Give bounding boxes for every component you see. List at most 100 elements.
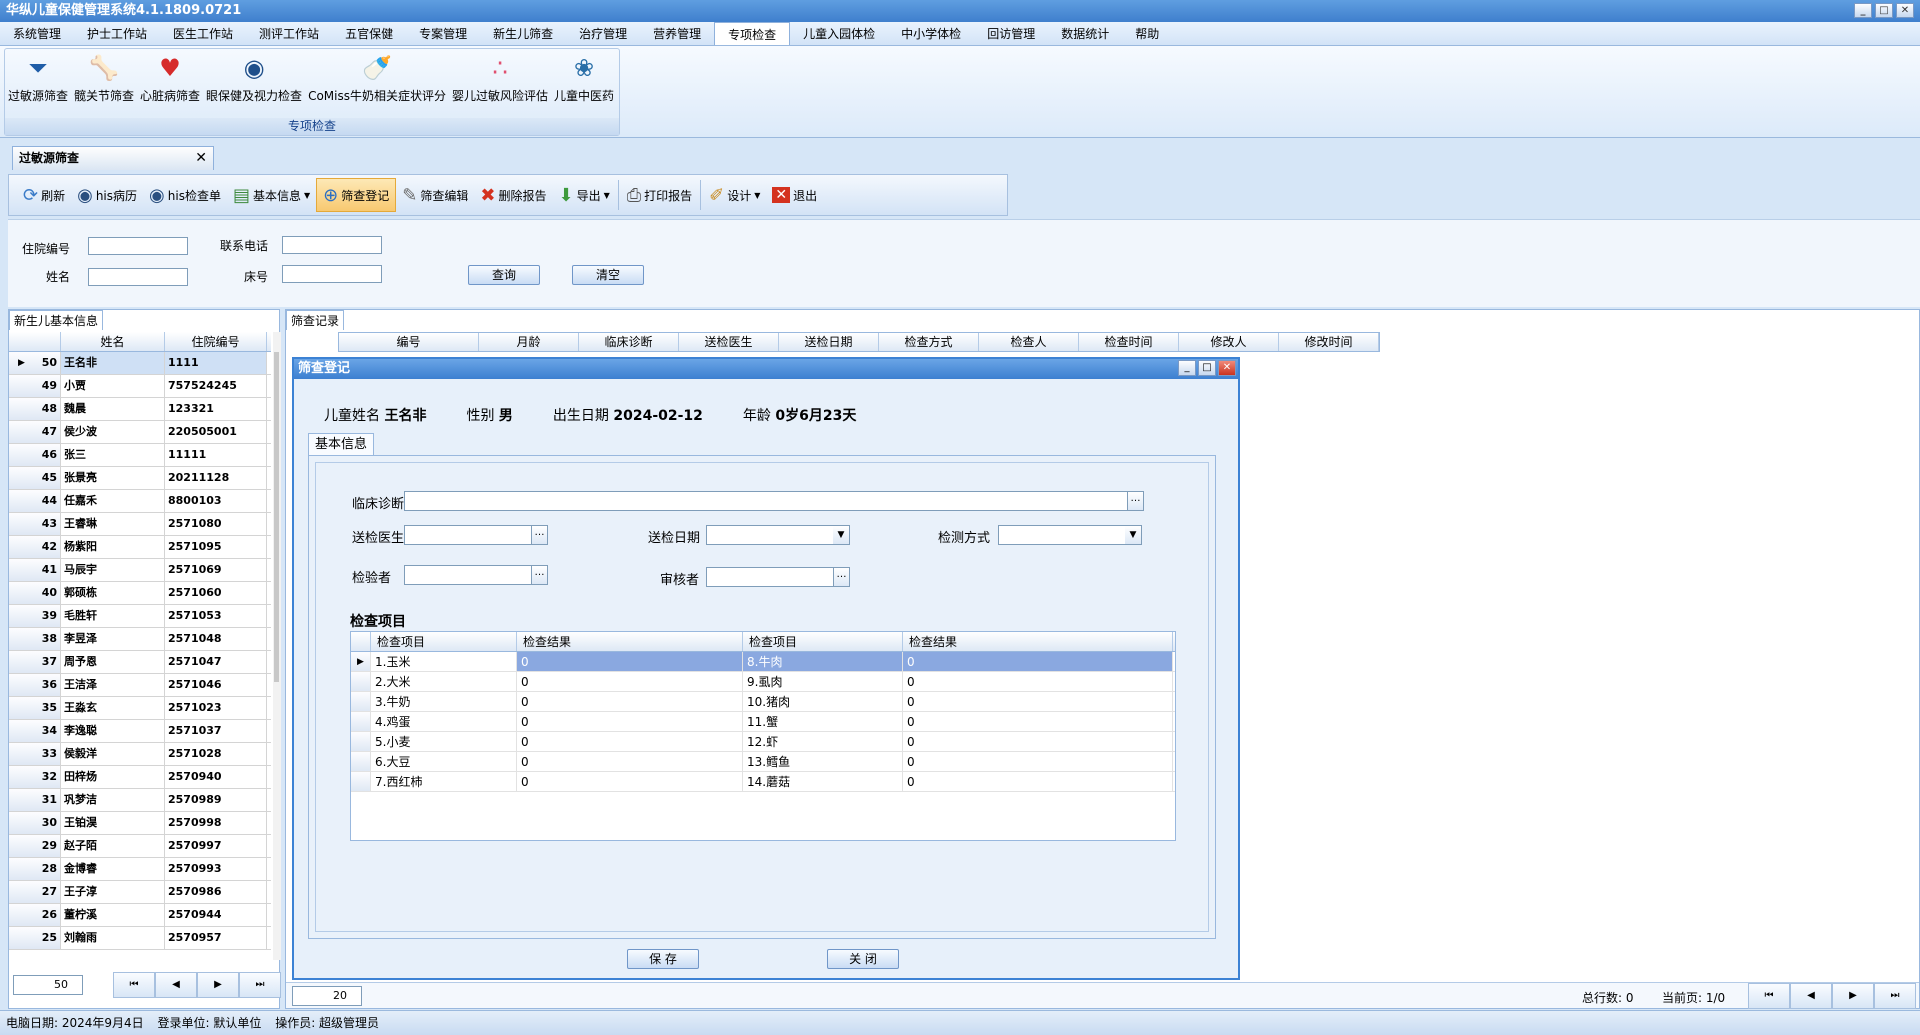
table-row[interactable]: 26 董柠溪 2570944 bbox=[9, 904, 271, 927]
grid-cell-result[interactable]: 0 bbox=[903, 672, 1173, 691]
ellipsis-icon[interactable]: … bbox=[531, 526, 547, 544]
ribbon-item[interactable]: ∴ 婴儿过敏风险评估 bbox=[449, 49, 551, 119]
doc-tab[interactable]: 过敏源筛查 ✕ bbox=[12, 146, 214, 170]
table-row[interactable]: ▶ 50 王名非 1111 bbox=[9, 352, 271, 375]
next-page-button[interactable]: ▶ bbox=[1832, 983, 1874, 1009]
grid-cell-result[interactable]: 0 bbox=[517, 732, 743, 751]
grid-row[interactable]: 7.西红柿 0 14.蘑菇 0 bbox=[351, 772, 1175, 792]
table-row[interactable]: 39 毛胜轩 2571053 bbox=[9, 605, 271, 628]
menu-item[interactable]: 专案管理 bbox=[406, 22, 480, 45]
inpatient-no-input[interactable] bbox=[88, 237, 188, 255]
ribbon-item[interactable]: ⏷ 过敏源筛查 bbox=[5, 49, 71, 119]
first-page-button[interactable]: ⏮ bbox=[113, 972, 155, 998]
last-page-button[interactable]: ⏭ bbox=[1874, 983, 1916, 1009]
menu-item[interactable]: 护士工作站 bbox=[74, 22, 160, 45]
table-row[interactable]: 41 马辰宇 2571069 bbox=[9, 559, 271, 582]
column-header-name[interactable]: 姓名 bbox=[61, 332, 165, 351]
grid-row[interactable]: 3.牛奶 0 10.猪肉 0 bbox=[351, 692, 1175, 712]
grid-cell-result[interactable]: 0 bbox=[903, 652, 1173, 671]
menu-item[interactable]: 回访管理 bbox=[974, 22, 1048, 45]
menu-item[interactable]: 测评工作站 bbox=[246, 22, 332, 45]
prev-page-button[interactable]: ◀ bbox=[1790, 983, 1832, 1009]
grid-cell-result[interactable]: 0 bbox=[517, 652, 743, 671]
chevron-down-icon[interactable]: ▼ bbox=[1125, 526, 1141, 544]
records-column-header[interactable]: 修改时间 bbox=[1279, 333, 1379, 351]
basic-info-tab[interactable]: 基本信息 bbox=[308, 433, 375, 455]
records-column-header[interactable]: 送检日期 bbox=[779, 333, 879, 351]
records-column-header[interactable]: 检查人 bbox=[979, 333, 1079, 351]
name-input[interactable] bbox=[88, 268, 188, 286]
grid-cell-result[interactable]: 0 bbox=[903, 712, 1173, 731]
basic-info-button[interactable]: ▤ 基本信息 ▼ bbox=[227, 178, 316, 212]
table-row[interactable]: 43 王睿琳 2571080 bbox=[9, 513, 271, 536]
table-row[interactable]: 27 王子淳 2570986 bbox=[9, 881, 271, 904]
vertical-scrollbar[interactable] bbox=[273, 332, 281, 960]
exit-button[interactable]: ✕ 退出 bbox=[766, 178, 823, 212]
menu-item[interactable]: 帮助 bbox=[1122, 22, 1172, 45]
menu-item[interactable]: 治疗管理 bbox=[566, 22, 640, 45]
records-column-header[interactable]: 临床诊断 bbox=[579, 333, 679, 351]
edit-button[interactable]: ✎ 筛查编辑 bbox=[396, 178, 474, 212]
phone-input[interactable] bbox=[282, 236, 382, 254]
table-row[interactable]: 34 李逸聪 2571037 bbox=[9, 720, 271, 743]
records-column-header[interactable]: 编号 bbox=[339, 333, 479, 351]
first-page-button[interactable]: ⏮ bbox=[1748, 983, 1790, 1009]
query-button[interactable]: 查询 bbox=[468, 265, 540, 285]
grid-col-item-2[interactable]: 检查项目 bbox=[743, 632, 903, 651]
ellipsis-icon[interactable]: … bbox=[1127, 492, 1143, 510]
close-button[interactable]: ✕ bbox=[1896, 3, 1914, 18]
grid-row[interactable]: 5.小麦 0 12.虾 0 bbox=[351, 732, 1175, 752]
page-size-input[interactable]: 50 bbox=[13, 975, 83, 995]
his-exam-button[interactable]: ◉ his检查单 bbox=[143, 178, 227, 212]
grid-cell-result[interactable]: 0 bbox=[517, 692, 743, 711]
clinical-diag-input[interactable]: … bbox=[404, 491, 1144, 511]
table-row[interactable]: 47 侯少波 220505001 bbox=[9, 421, 271, 444]
next-page-button[interactable]: ▶ bbox=[197, 972, 239, 998]
register-button[interactable]: ⊕ 筛查登记 bbox=[316, 178, 397, 212]
dialog-minimize-button[interactable]: _ bbox=[1178, 360, 1196, 376]
menu-item[interactable]: 数据统计 bbox=[1048, 22, 1122, 45]
grid-cell-result[interactable]: 0 bbox=[517, 672, 743, 691]
newborn-tab[interactable]: 新生儿基本信息 bbox=[9, 310, 104, 330]
tester-input[interactable]: … bbox=[404, 565, 548, 585]
table-row[interactable]: 44 任嘉禾 8800103 bbox=[9, 490, 271, 513]
menu-item[interactable]: 医生工作站 bbox=[160, 22, 246, 45]
dialog-maximize-button[interactable]: □ bbox=[1198, 360, 1216, 376]
ribbon-item[interactable]: ◉ 眼保健及视力检查 bbox=[203, 49, 305, 119]
table-row[interactable]: 48 魏晨 123321 bbox=[9, 398, 271, 421]
grid-row[interactable]: 4.鸡蛋 0 11.蟹 0 bbox=[351, 712, 1175, 732]
records-column-header[interactable]: 检查时间 bbox=[1079, 333, 1179, 351]
records-column-header[interactable]: 检查方式 bbox=[879, 333, 979, 351]
grid-row[interactable]: ▶ 1.玉米 0 8.牛肉 0 bbox=[351, 652, 1175, 672]
grid-col-item-1[interactable]: 检查项目 bbox=[371, 632, 517, 651]
table-row[interactable]: 31 巩梦洁 2570989 bbox=[9, 789, 271, 812]
clear-button[interactable]: 清空 bbox=[572, 265, 644, 285]
menu-item[interactable]: 中小学体检 bbox=[888, 22, 974, 45]
date-select[interactable]: ▼ bbox=[706, 525, 850, 545]
table-row[interactable]: 40 郭硕栋 2571060 bbox=[9, 582, 271, 605]
export-button[interactable]: ⬇ 导出 ▼ bbox=[552, 178, 615, 212]
delete-report-button[interactable]: ✖ 删除报告 bbox=[474, 178, 552, 212]
bed-input[interactable] bbox=[282, 265, 382, 283]
print-report-button[interactable]: ⎙ 打印报告 bbox=[621, 178, 698, 212]
table-row[interactable]: 28 金博睿 2570993 bbox=[9, 858, 271, 881]
table-row[interactable]: 33 侯毅洋 2571028 bbox=[9, 743, 271, 766]
ribbon-item[interactable]: ♥ 心脏病筛查 bbox=[137, 49, 203, 119]
grid-cell-result[interactable]: 0 bbox=[903, 692, 1173, 711]
table-row[interactable]: 36 王洁泽 2571046 bbox=[9, 674, 271, 697]
records-tab[interactable]: 筛查记录 bbox=[286, 310, 345, 330]
table-row[interactable]: 49 小贾 757524245 bbox=[9, 375, 271, 398]
grid-cell-result[interactable]: 0 bbox=[903, 772, 1173, 791]
grid-row[interactable]: 2.大米 0 9.虱肉 0 bbox=[351, 672, 1175, 692]
table-row[interactable]: 38 李昱泽 2571048 bbox=[9, 628, 271, 651]
menu-item[interactable]: 专项检查 bbox=[714, 22, 791, 45]
menu-item[interactable]: 系统管理 bbox=[0, 22, 74, 45]
records-column-header[interactable]: 送检医生 bbox=[679, 333, 779, 351]
menu-item[interactable]: 新生儿筛查 bbox=[480, 22, 566, 45]
table-row[interactable]: 29 赵子陌 2570997 bbox=[9, 835, 271, 858]
ellipsis-icon[interactable]: … bbox=[833, 568, 849, 586]
minimize-button[interactable]: _ bbox=[1854, 3, 1872, 18]
table-row[interactable]: 46 张三 11111 bbox=[9, 444, 271, 467]
table-row[interactable]: 35 王淼玄 2571023 bbox=[9, 697, 271, 720]
records-page-size-input[interactable]: 20 bbox=[292, 986, 362, 1006]
